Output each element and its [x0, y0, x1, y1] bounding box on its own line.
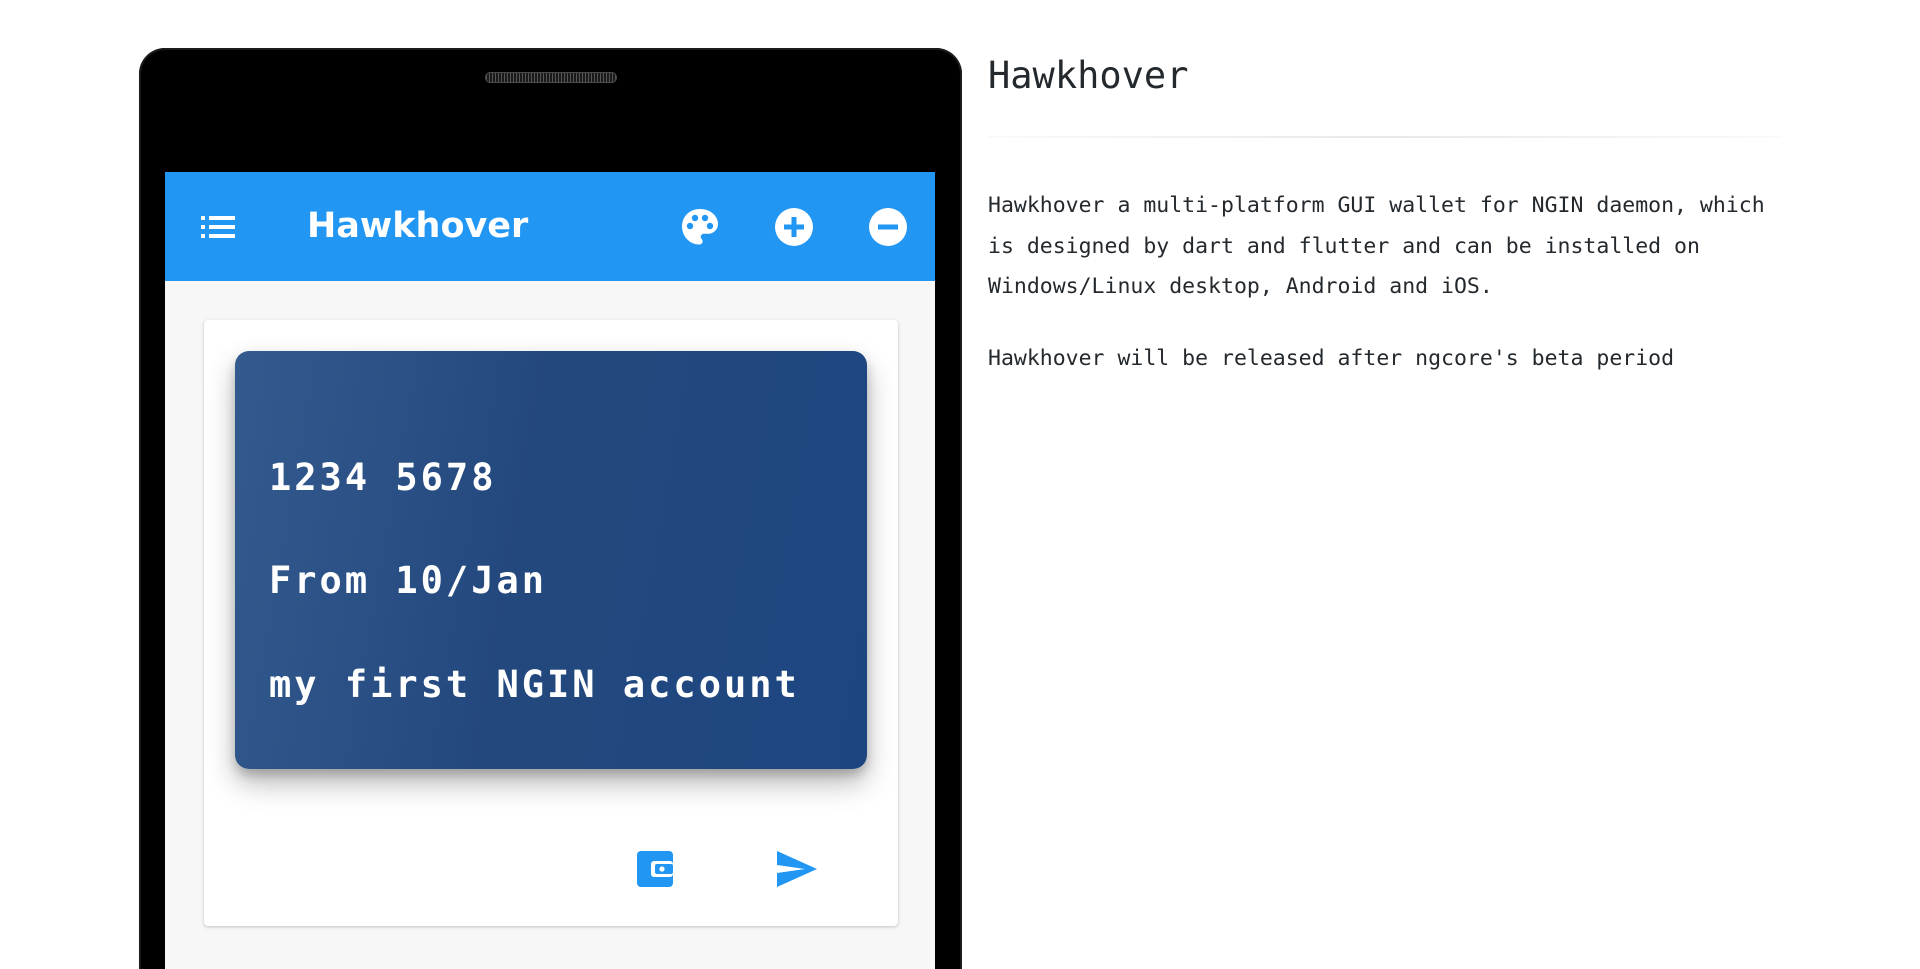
send-icon[interactable]	[774, 847, 818, 891]
add-circle-icon[interactable]	[773, 206, 815, 248]
phone-speaker	[485, 72, 617, 83]
description-paragraph: Hawkhover a multi-platform GUI wallet fo…	[988, 193, 1765, 299]
card-date: From 10/Jan	[269, 559, 548, 602]
heading-divider	[988, 136, 1782, 138]
remove-circle-icon[interactable]	[867, 206, 909, 248]
list-icon[interactable]	[199, 210, 237, 244]
palette-icon[interactable]	[679, 206, 721, 248]
app-title: Hawkhover	[307, 206, 529, 246]
app-bar: Hawkhover	[165, 172, 935, 281]
wallet-icon[interactable]	[633, 847, 677, 891]
wallet-card[interactable]: 1234 5678 From 10/Jan my first NGIN acco…	[235, 351, 867, 769]
account-card-container: 1234 5678 From 10/Jan my first NGIN acco…	[204, 320, 898, 926]
phone-screen: Hawkhover 1234 5678 From 10/Jan my first…	[165, 172, 935, 969]
phone-frame: Hawkhover 1234 5678 From 10/Jan my first…	[139, 48, 962, 969]
card-number: 1234 5678	[269, 456, 497, 499]
card-account-name: my first NGIN account	[269, 663, 800, 706]
page-title: Hawkhover	[988, 54, 1189, 97]
page: Hawkhover 1234 5678 From 10/Jan my first…	[0, 0, 1920, 969]
release-note: Hawkhover will be released after ngcore'…	[988, 346, 1675, 371]
